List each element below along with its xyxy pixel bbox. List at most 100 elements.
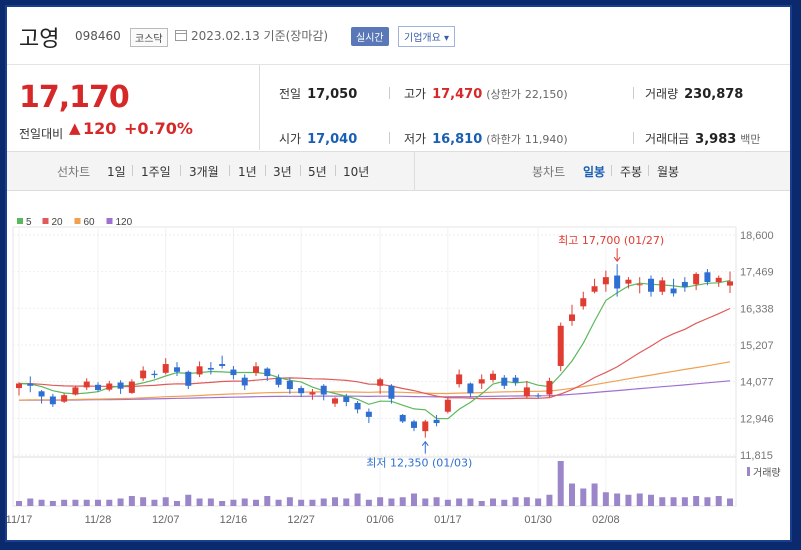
volume-bar xyxy=(106,499,113,506)
price-chart[interactable]: 18,600 17,469 16,338 15,207 14,077 12,946 11,8… xyxy=(7,189,790,540)
candle-body xyxy=(523,387,530,397)
volume-bar xyxy=(151,499,158,506)
tab-monthly[interactable]: 월봉 xyxy=(657,163,679,180)
candle-body xyxy=(411,421,417,428)
volume-bar xyxy=(456,498,463,506)
divider xyxy=(633,132,634,144)
volume-bar xyxy=(332,497,338,506)
volume-bar xyxy=(61,499,68,506)
candle-body xyxy=(422,421,429,432)
volume-bar xyxy=(388,498,395,506)
y-tick-label: 17,469 xyxy=(740,267,774,279)
candle-body xyxy=(501,377,508,386)
volume-bar xyxy=(298,499,305,506)
candle-body xyxy=(140,370,147,379)
candle-body xyxy=(106,383,113,390)
volume-bar xyxy=(286,497,293,506)
volume-bar xyxy=(659,497,666,506)
volume-bar xyxy=(433,497,440,506)
tab-1d[interactable]: 1일 xyxy=(107,163,126,180)
tab-3m[interactable]: 3개월 xyxy=(189,163,219,180)
candle-body xyxy=(309,392,316,395)
tab-1y[interactable]: 1년 xyxy=(238,163,257,180)
volume-bar xyxy=(422,498,429,506)
company-profile-dropdown[interactable]: 기업개요 ▾ xyxy=(398,26,455,47)
volume-bar xyxy=(72,499,79,506)
stat-upper-label: (상한가 xyxy=(486,88,521,101)
legend-swatch xyxy=(17,218,23,224)
stat-amount: 거래대금 3,983 백만 xyxy=(645,130,761,147)
divider xyxy=(180,165,181,176)
volume-bar xyxy=(444,499,451,506)
volume-bar xyxy=(614,493,621,506)
candle-body xyxy=(670,288,677,294)
realtime-button[interactable]: 실시간 xyxy=(351,27,389,46)
volume-legend-swatch xyxy=(747,467,750,476)
volume-bar xyxy=(602,492,609,506)
candle-body xyxy=(704,272,711,283)
volume-bar xyxy=(512,497,519,506)
candle-body xyxy=(399,414,406,422)
stat-lower-label: (하한가 xyxy=(486,133,521,146)
y-tick-label: 15,207 xyxy=(740,340,774,352)
x-tick-label: 01/30 xyxy=(524,514,552,526)
stat-volume: 거래량 230,878 xyxy=(645,85,743,102)
tab-daily[interactable]: 일봉 xyxy=(583,163,605,180)
volume-bar xyxy=(219,501,226,506)
volume-bar xyxy=(704,497,711,506)
candle-body xyxy=(625,279,632,284)
candle-chart-label: 봉차트 xyxy=(532,165,566,179)
tab-1w[interactable]: 1주일 xyxy=(141,163,171,180)
candle-body xyxy=(174,367,180,372)
x-tick-label: 11/17 xyxy=(7,514,32,526)
candle-body xyxy=(490,373,496,380)
tab-5y[interactable]: 5년 xyxy=(308,163,327,180)
y-tick-label: 14,077 xyxy=(740,377,774,389)
x-tick-label: 01/17 xyxy=(434,514,462,526)
candle-body xyxy=(715,277,722,283)
candle-body xyxy=(546,380,553,395)
stat-upper-value: 22,150) xyxy=(524,88,568,101)
volume-bar xyxy=(377,497,384,506)
candle-body xyxy=(444,399,451,412)
x-tick-label: 01/06 xyxy=(366,514,394,526)
tab-weekly[interactable]: 주봉 xyxy=(620,163,642,180)
volume-bar xyxy=(546,494,553,506)
stat-high: 고가 17,470 (상한가 22,150) xyxy=(404,85,568,102)
volume-bar xyxy=(523,497,530,506)
volume-bar xyxy=(727,498,733,506)
divider xyxy=(389,87,390,99)
line-chart-label: 선차트 xyxy=(57,165,91,179)
tab-10y[interactable]: 10년 xyxy=(343,163,369,180)
volume-bar xyxy=(162,497,169,506)
candle-body xyxy=(580,298,587,307)
volume-bar xyxy=(467,498,474,506)
candle-body xyxy=(196,366,203,375)
y-tick-label: 11,815 xyxy=(740,450,773,462)
stat-amount-value: 3,983 xyxy=(695,132,737,147)
current-price: 17,170 xyxy=(19,80,130,115)
volume-label: 거래량 xyxy=(753,467,781,479)
change-percent: +0.70% xyxy=(124,119,193,138)
volume-bar xyxy=(557,461,564,506)
volume-bar xyxy=(196,498,203,506)
stat-prev-value: 17,050 xyxy=(307,87,358,102)
volume-bar xyxy=(117,498,124,506)
candle-body xyxy=(27,383,34,386)
candle-body xyxy=(95,384,101,390)
ma60-line xyxy=(18,361,731,401)
company-name[interactable]: 고영 xyxy=(19,21,59,53)
tab-3y[interactable]: 3년 xyxy=(273,163,292,180)
volume-bar xyxy=(309,499,316,506)
volume-bar xyxy=(207,498,214,506)
divider xyxy=(389,132,390,144)
legend-label: 20 xyxy=(52,217,64,228)
candle-body xyxy=(693,273,700,285)
chart-tabbar: 선차트 1일 1주일 3개월 1년 3년 5년 10년 봉차트 일봉 주봉 월봉 xyxy=(7,151,790,191)
x-tick-label: 12/27 xyxy=(287,514,315,526)
candle-body xyxy=(207,367,214,370)
volume-bar xyxy=(411,493,417,506)
candle-body xyxy=(332,398,338,404)
candle-body xyxy=(478,379,485,384)
candle-body xyxy=(298,388,305,394)
